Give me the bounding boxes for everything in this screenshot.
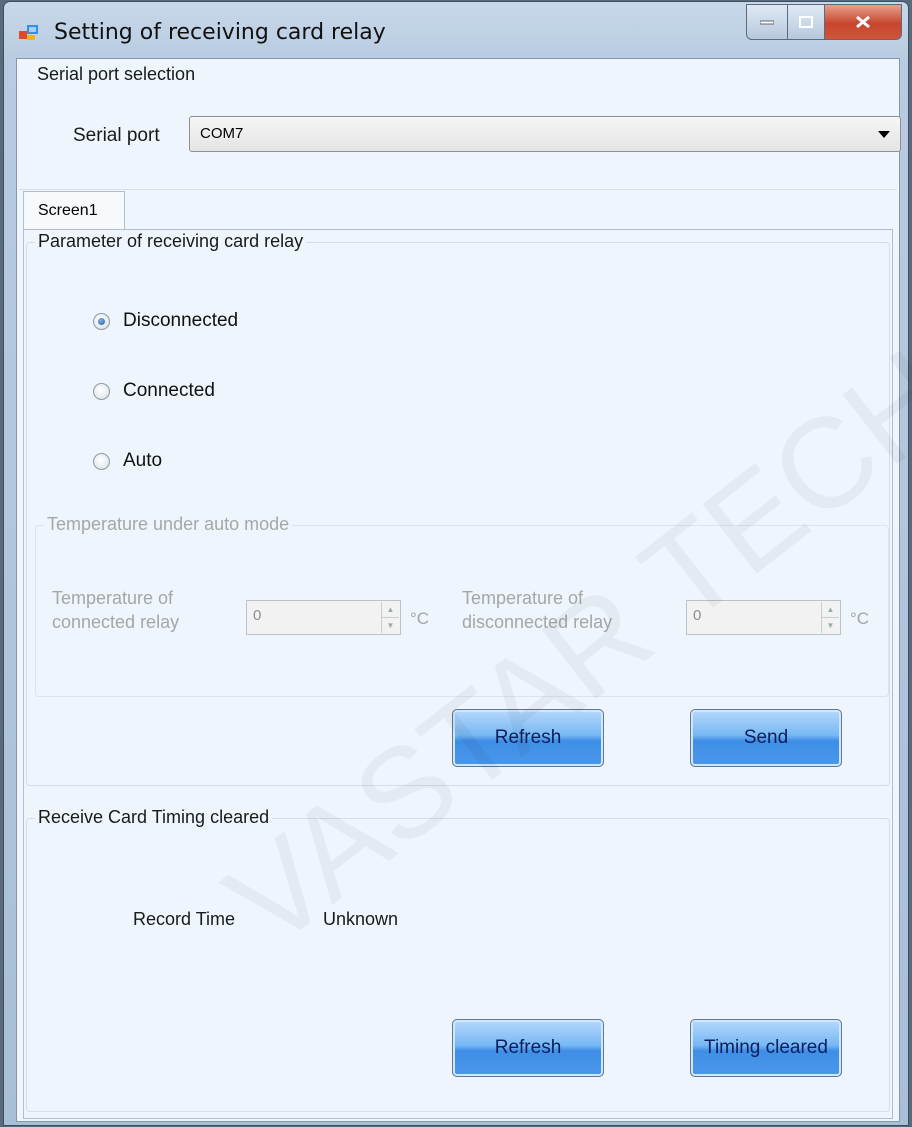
app-window: Setting of receiving card relay Serial p… — [4, 2, 908, 1125]
radio-connected[interactable]: Connected — [93, 380, 215, 402]
minimize-icon — [760, 20, 774, 25]
radio-disconnected[interactable]: Disconnected — [93, 310, 238, 332]
timing-cleared-group-label: Receive Card Timing cleared — [35, 807, 273, 828]
client-area: Serial port selection Serial port COM7 S… — [16, 58, 901, 1122]
radio-checked-icon — [93, 312, 110, 330]
close-button[interactable] — [825, 4, 902, 40]
disconnected-temp-spinner[interactable]: 0 ▲ ▼ — [686, 600, 841, 635]
radio-connected-label: Connected — [123, 380, 215, 401]
relay-send-button[interactable]: Send — [690, 709, 842, 767]
app-icon — [19, 25, 38, 40]
section-divider — [19, 189, 897, 190]
spinner-buttons[interactable]: ▲ ▼ — [821, 602, 839, 633]
caption-buttons — [746, 4, 902, 40]
relay-parameter-group-label: Parameter of receiving card relay — [35, 231, 307, 252]
timing-cleared-groupbox: Receive Card Timing cleared Record Time … — [26, 807, 890, 1112]
relay-parameter-groupbox: Parameter of receiving card relay Discon… — [26, 231, 890, 786]
serial-port-label: Serial port — [73, 125, 160, 146]
radio-unchecked-icon — [93, 452, 110, 470]
connected-temp-value: 0 — [253, 607, 262, 624]
spin-up-icon[interactable]: ▲ — [382, 602, 399, 618]
minimize-button[interactable] — [746, 4, 788, 40]
chevron-down-icon[interactable] — [878, 131, 890, 138]
auto-temperature-groupbox: Temperature under auto mode Temperature … — [35, 514, 889, 697]
spinner-buttons[interactable]: ▲ ▼ — [381, 602, 399, 633]
maximize-button[interactable] — [788, 4, 825, 40]
spin-down-icon[interactable]: ▼ — [382, 618, 399, 633]
timing-refresh-button[interactable]: Refresh — [452, 1019, 604, 1077]
tab-page-screen1: Parameter of receiving card relay Discon… — [23, 229, 893, 1119]
timing-cleared-button[interactable]: Timing cleared — [690, 1019, 842, 1077]
relay-refresh-button[interactable]: Refresh — [452, 709, 604, 767]
radio-auto-label: Auto — [123, 450, 163, 471]
radio-disconnected-label: Disconnected — [123, 310, 239, 331]
disconnected-temp-unit: °C — [850, 609, 870, 628]
window-title: Setting of receiving card relay — [54, 20, 386, 45]
connected-temp-label: Temperature of connected relay — [52, 588, 180, 632]
serial-port-combobox[interactable]: COM7 — [189, 116, 901, 152]
tab-screen1[interactable]: Screen1 — [23, 191, 125, 230]
record-time-label: Record Time — [133, 909, 236, 929]
connected-temp-unit: °C — [410, 609, 430, 628]
close-icon — [856, 15, 870, 29]
auto-temperature-group-label: Temperature under auto mode — [44, 514, 293, 535]
radio-unchecked-icon — [93, 382, 110, 400]
disconnected-temp-label: Temperature of disconnected relay — [462, 588, 613, 632]
radio-auto[interactable]: Auto — [93, 450, 162, 472]
title-bar[interactable]: Setting of receiving card relay — [4, 2, 908, 58]
spin-up-icon[interactable]: ▲ — [822, 602, 839, 618]
serial-port-group-label: Serial port selection — [34, 64, 199, 85]
disconnected-temp-value: 0 — [693, 607, 702, 624]
maximize-icon — [799, 16, 813, 28]
spin-down-icon[interactable]: ▼ — [822, 618, 839, 633]
serial-port-value: COM7 — [200, 125, 244, 142]
tab-screen1-label: Screen1 — [38, 202, 98, 219]
record-time-value: Unknown — [323, 909, 399, 929]
connected-temp-spinner[interactable]: 0 ▲ ▼ — [246, 600, 401, 635]
